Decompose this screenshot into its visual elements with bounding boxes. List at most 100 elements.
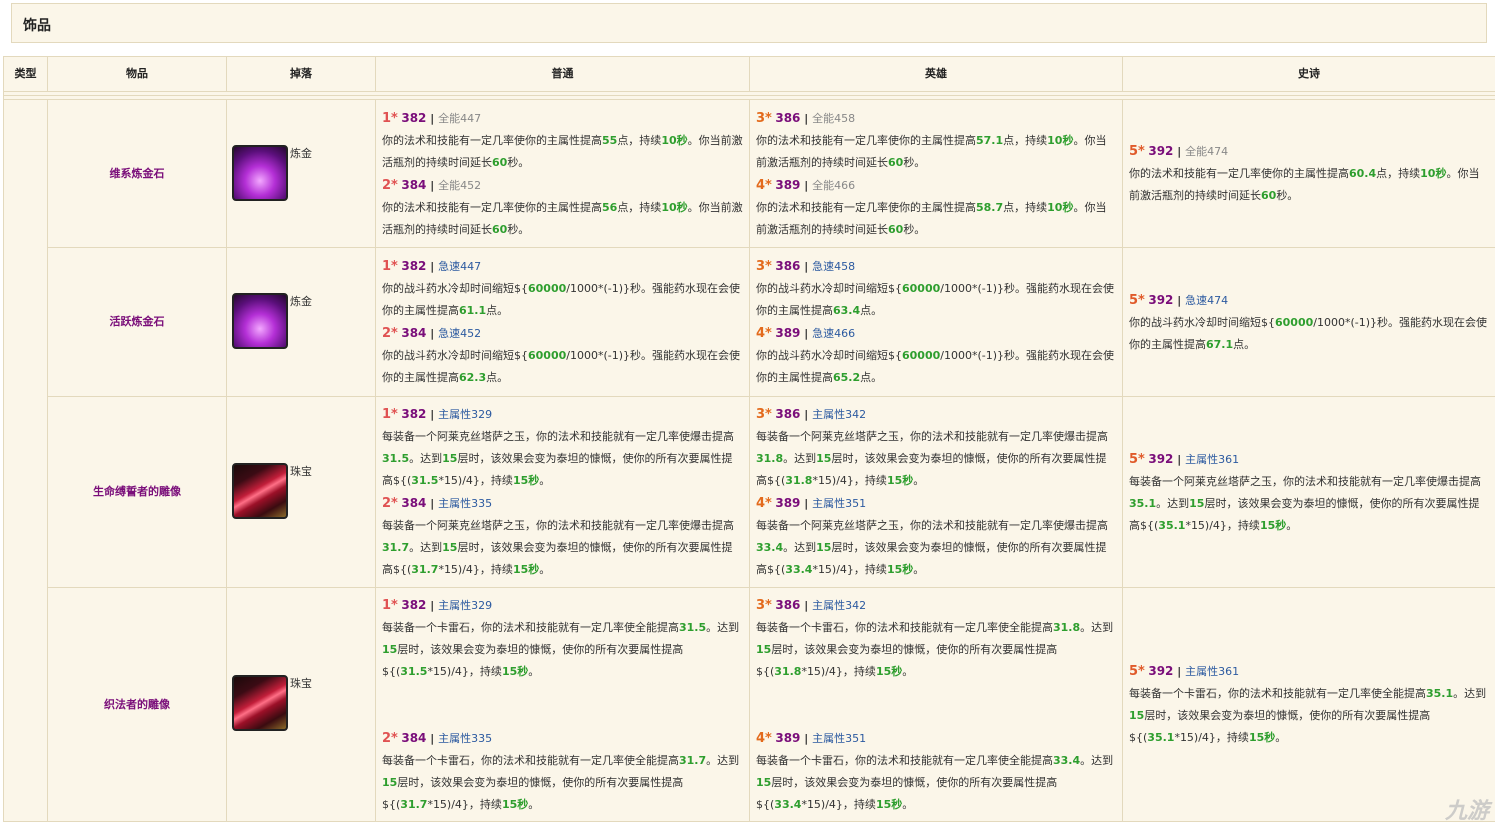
separator: | (426, 598, 439, 612)
formula-value: 60000 (902, 349, 941, 362)
type-cell (3, 99, 48, 822)
section-title: 饰品 (23, 18, 51, 34)
separator: | (800, 178, 813, 192)
stat-value: 急速474 (1185, 293, 1229, 307)
item-level: 382 (401, 597, 427, 612)
formula-value: 60000 (1275, 315, 1314, 329)
star-rank: 1* (382, 259, 398, 274)
tier-header: 4* 389 | 全能466 (756, 174, 1116, 197)
tier-header: 5* 392 | 主属性361 (1129, 660, 1489, 683)
item-level: 389 (775, 177, 801, 192)
tier-header: 1* 382 | 主属性329 (382, 594, 743, 617)
item-level: 384 (401, 496, 427, 510)
value: 31.7 (400, 797, 428, 811)
item-level: 386 (775, 597, 801, 612)
stat-value: 主属性361 (1185, 452, 1240, 466)
separator: | (426, 731, 439, 745)
purple-potion-icon[interactable] (232, 293, 288, 349)
tier-description: 每装备一个阿莱克丝塔萨之玉，你的法术和技能就有一定几率使爆击提高31.8。达到1… (756, 430, 1108, 487)
tier-header: 1* 382 | 急速447 (382, 255, 743, 278)
star-rank: 1* (382, 110, 398, 126)
item-level: 392 (1148, 292, 1174, 307)
tier-heroic: 3* 386 | 主属性342 每装备一个卡雷石，你的法术和技能就有一定几率使全能… (749, 587, 1123, 822)
star-rank: 3* (756, 259, 772, 274)
stacks: 15 (382, 775, 398, 789)
value: 60 (1261, 189, 1277, 202)
value: 31.5 (382, 452, 410, 465)
item-level: 382 (401, 259, 427, 273)
purple-potion-icon[interactable] (232, 145, 288, 201)
value: 35.1 (1158, 518, 1186, 532)
red-gem-icon[interactable] (232, 463, 288, 519)
tier-heroic: 3* 386 | 主属性342 每装备一个阿莱克丝塔萨之玉，你的法术和技能就有一定… (749, 396, 1123, 588)
tier-description: 你的法术和技能有一定几率使你的主属性提高57.1点，持续10秒。你当前激活瓶剂的… (756, 133, 1107, 169)
header-drop: 掉落 (226, 56, 376, 92)
star-rank: 5* (1129, 664, 1145, 679)
value: 63.4 (833, 304, 861, 317)
tier-header: 5* 392 | 急速474 (1129, 289, 1489, 312)
value: 35.1 (1147, 731, 1175, 744)
stat-value: 主属性335 (438, 497, 493, 510)
item-level: 389 (775, 496, 801, 510)
tier-description: 每装备一个卡雷石，你的法术和技能就有一定几率使全能提高31.5。达到15层时，该… (382, 620, 740, 678)
stat-value: 急速458 (812, 260, 856, 273)
value: 62.3 (459, 371, 487, 384)
duration: 15秒 (501, 797, 529, 811)
value: 33.4 (785, 563, 813, 576)
stat-value: 全能452 (438, 178, 482, 192)
value: 31.5 (679, 620, 707, 634)
tier-description: 每装备一个卡雷石，你的法术和技能就有一定几率使全能提高31.7。达到15层时，该… (382, 753, 740, 811)
star-rank: 5* (1129, 292, 1145, 308)
item-name[interactable]: 维系炼金石 (47, 99, 227, 248)
stat-value: 主属性329 (438, 408, 493, 421)
item-level: 389 (775, 326, 801, 340)
item-name[interactable]: 活跃炼金石 (47, 247, 227, 397)
item-level: 382 (401, 110, 427, 125)
star-rank: 2* (382, 496, 398, 511)
stat-value: 急速466 (812, 327, 856, 340)
stat-value: 主属性342 (812, 408, 867, 421)
item-name[interactable]: 生命缚誓者的雕像 (47, 396, 227, 588)
item-level: 386 (775, 110, 801, 125)
tier-epic: 5* 392 | 急速474 你的战斗药水冷却时间缩短${60000/1000*(… (1122, 247, 1495, 397)
tier-header: 3* 386 | 主属性342 (756, 403, 1116, 426)
tier-description: 你的战斗药水冷却时间缩短${60000/1000*(-1)}秒。强能药水现在会使… (382, 282, 741, 317)
star-rank: 2* (382, 177, 398, 193)
value: 35.1 (1426, 687, 1454, 700)
separator: | (800, 598, 813, 612)
value: 31.5 (411, 474, 439, 487)
tier-gap (756, 683, 1116, 727)
header-heroic: 英雄 (749, 56, 1123, 92)
tier-description: 每装备一个阿莱克丝塔萨之玉，你的法术和技能就有一定几率使爆击提高31.5。达到1… (382, 430, 734, 487)
item-name[interactable]: 织法者的雕像 (47, 587, 227, 822)
separator: | (426, 327, 439, 340)
separator: | (800, 260, 813, 273)
star-rank: 4* (756, 496, 772, 511)
tier-description: 你的战斗药水冷却时间缩短${60000/1000*(-1)}秒。强能药水现在会使… (382, 349, 741, 384)
tier-header: 5* 392 | 全能474 (1129, 140, 1489, 163)
star-rank: 2* (382, 730, 398, 746)
value: 58.7 (976, 200, 1004, 214)
separator: | (800, 408, 813, 421)
tier-header: 2* 384 | 全能452 (382, 174, 743, 197)
tier-description: 你的法术和技能有一定几率使你的主属性提高60.4点，持续10秒。你当前激活瓶剂的… (1129, 167, 1480, 202)
stat-value: 全能447 (438, 111, 482, 125)
tier-description: 你的法术和技能有一定几率使你的主属性提高58.7点，持续10秒。你当前激活瓶剂的… (756, 200, 1107, 236)
tier-description: 你的战斗药水冷却时间缩短${60000/1000*(-1)}秒。强能药水现在会使… (756, 282, 1115, 317)
value: 67.1 (1206, 337, 1234, 351)
stacks: 15 (816, 541, 832, 554)
tier-header: 2* 384 | 主属性335 (382, 727, 743, 750)
duration: 15秒 (875, 797, 903, 811)
section-title-box: 饰品 (11, 3, 1487, 43)
stacks: 15 (1129, 709, 1145, 722)
item-level: 392 (1148, 664, 1174, 678)
tier-header: 4* 389 | 主属性351 (756, 727, 1116, 750)
star-rank: 5* (1129, 451, 1145, 467)
tier-description: 每装备一个卡雷石，你的法术和技能就有一定几率使全能提高35.1。达到15层时，该… (1129, 687, 1487, 744)
value: 33.4 (774, 797, 802, 811)
header-epic: 史诗 (1122, 56, 1495, 92)
stacks: 15 (816, 452, 832, 465)
red-gem-icon[interactable] (232, 675, 288, 731)
formula-value: 60000 (528, 349, 567, 362)
stacks: 15 (1189, 496, 1205, 510)
